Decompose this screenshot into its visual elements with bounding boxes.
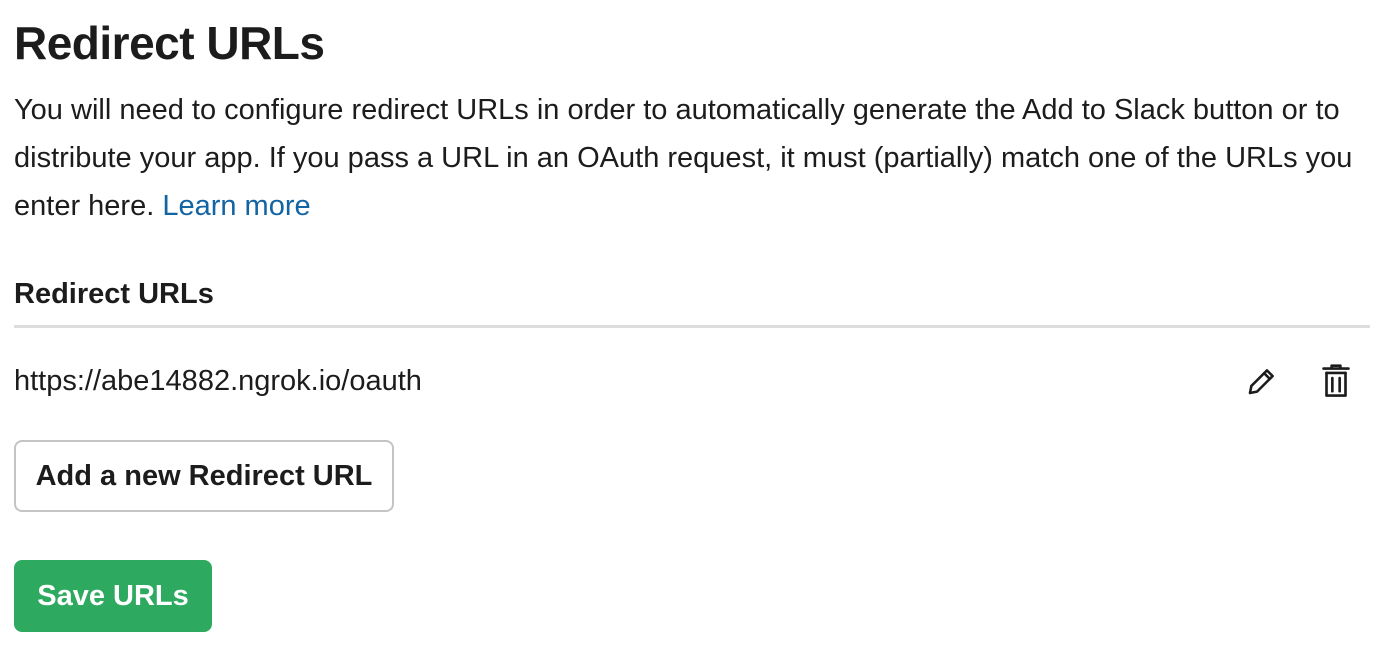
redirect-urls-page: Redirect URLs You will need to configure… <box>0 0 1392 652</box>
redirect-url-value: https://abe14882.ngrok.io/oauth <box>14 365 422 397</box>
section-divider <box>14 325 1370 328</box>
row-actions <box>1244 361 1370 401</box>
learn-more-link[interactable]: Learn more <box>162 190 310 222</box>
page-title: Redirect URLs <box>14 17 325 69</box>
intro-description: You will need to configure redirect URLs… <box>14 86 1374 230</box>
save-urls-button[interactable]: Save URLs <box>14 560 212 632</box>
trash-icon[interactable] <box>1318 361 1354 401</box>
pencil-icon[interactable] <box>1244 361 1280 401</box>
add-redirect-url-button[interactable]: Add a new Redirect URL <box>14 440 394 512</box>
redirect-url-row: https://abe14882.ngrok.io/oauth <box>14 356 1370 406</box>
redirect-urls-heading: Redirect URLs <box>14 278 214 310</box>
